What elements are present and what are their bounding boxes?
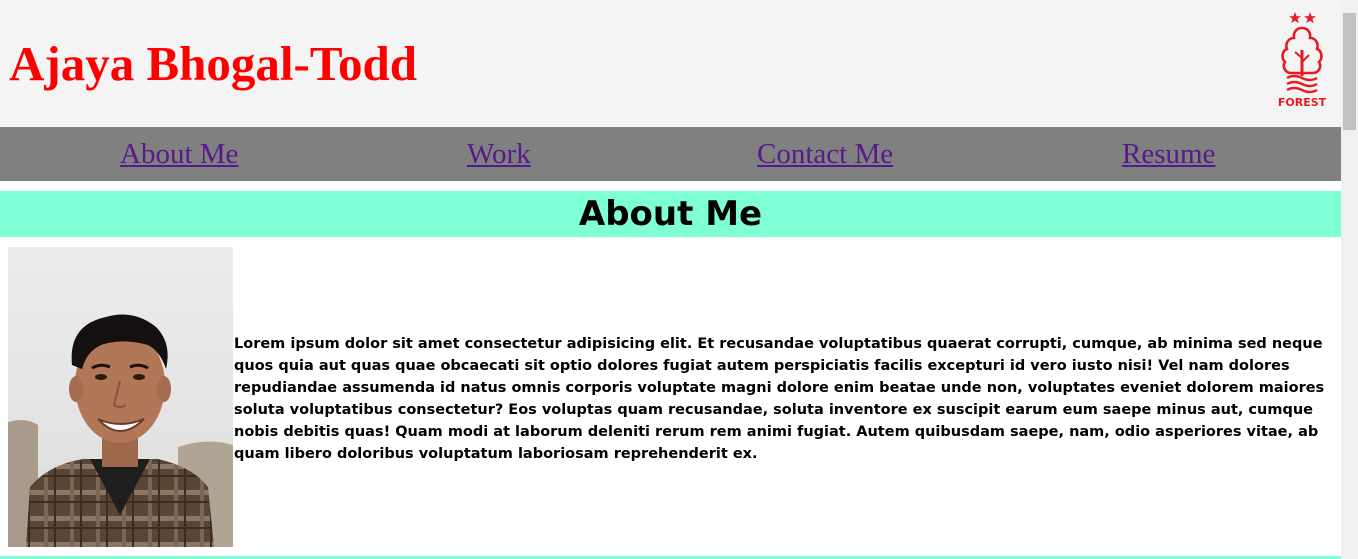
- vertical-scrollbar[interactable]: [1341, 0, 1358, 559]
- nav-link-about-me[interactable]: About Me: [120, 138, 238, 170]
- about-me-heading: About Me: [0, 191, 1341, 237]
- nav-link-work[interactable]: Work: [467, 138, 531, 170]
- crest-wordmark: FOREST: [1278, 96, 1327, 109]
- nav-link-contact-me[interactable]: Contact Me: [757, 138, 893, 170]
- nottingham-forest-crest-icon: FOREST: [1278, 12, 1327, 109]
- profile-photo: [8, 247, 233, 547]
- about-me-text: Lorem ipsum dolor sit amet consectetur a…: [234, 336, 1325, 462]
- nav-link-resume[interactable]: Resume: [1122, 138, 1215, 170]
- scrollbar-thumb[interactable]: [1343, 13, 1356, 130]
- site-header: Ajaya Bhogal-Todd FOREST: [0, 0, 1341, 127]
- site-title: Ajaya Bhogal-Todd: [9, 36, 418, 91]
- nav-bar: About Me Work Contact Me Resume: [0, 127, 1341, 181]
- page: Ajaya Bhogal-Todd FOREST About Me Work C…: [0, 0, 1341, 559]
